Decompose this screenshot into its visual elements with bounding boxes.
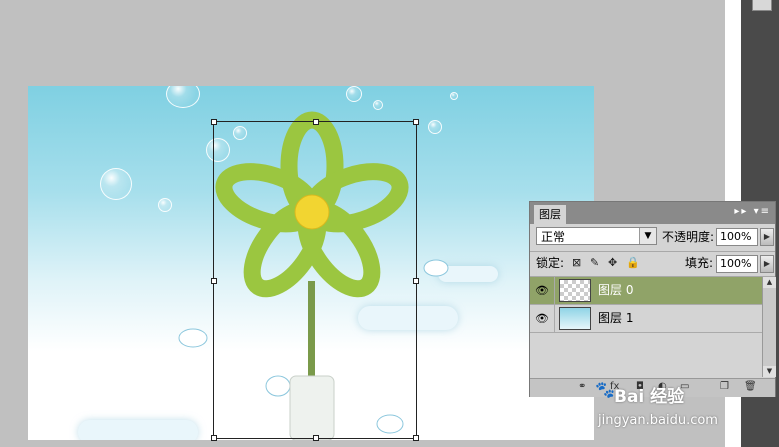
layers-panel: 图层 ▸▸ ▾≡ 正常 ▼ 不透明度: 100% ▶ 锁定: ⊠ ✎ ✥ 🔒 填… bbox=[529, 201, 776, 397]
opacity-input[interactable]: 100% bbox=[716, 228, 758, 246]
layer-thumbnail bbox=[559, 279, 591, 302]
lock-label: 锁定: bbox=[536, 256, 565, 270]
tab-layers[interactable]: 图层 bbox=[534, 205, 566, 224]
blend-opacity-row: 正常 ▼ 不透明度: 100% ▶ bbox=[530, 225, 775, 249]
layer-name: 图层 0 bbox=[598, 283, 634, 297]
baidu-paw-logo: 🐾 bbox=[595, 380, 615, 399]
blend-mode-select[interactable]: 正常 ▼ bbox=[536, 227, 657, 245]
transform-handle-middle-right[interactable] bbox=[413, 278, 419, 284]
opacity-slider-button[interactable]: ▶ bbox=[760, 228, 774, 246]
blend-mode-value: 正常 bbox=[541, 230, 566, 244]
eye-divider bbox=[554, 277, 555, 305]
transform-handle-bottom-left[interactable] bbox=[211, 435, 217, 441]
eye-icon[interactable]: 👁 bbox=[534, 311, 550, 327]
scroll-up-arrow[interactable]: ▲ bbox=[763, 277, 776, 288]
transform-handle-bottom-right[interactable] bbox=[413, 435, 419, 441]
transform-handle-top-center[interactable] bbox=[313, 119, 319, 125]
fill-input[interactable]: 100% bbox=[716, 255, 758, 273]
dock-collapse-button[interactable] bbox=[752, 0, 772, 11]
eye-divider bbox=[554, 305, 555, 333]
fill-label: 填充: bbox=[685, 256, 714, 270]
eye-icon[interactable]: 👁 bbox=[534, 283, 550, 299]
transform-handle-top-left[interactable] bbox=[211, 119, 217, 125]
watermark-text: Bai 经验 bbox=[614, 387, 685, 407]
transform-handle-top-right[interactable] bbox=[413, 119, 419, 125]
layer-name: 图层 1 bbox=[598, 311, 634, 325]
panel-menu-icon[interactable]: ▸▸ ▾≡ bbox=[734, 206, 771, 217]
layer-row-1[interactable]: 👁 图层 1 bbox=[530, 305, 762, 333]
lock-icon[interactable]: 🔒 bbox=[626, 256, 640, 269]
divider bbox=[530, 251, 775, 252]
layer-thumbnail bbox=[559, 307, 591, 330]
layer-row-0[interactable]: 👁 图层 0 bbox=[530, 277, 762, 305]
scroll-down-arrow[interactable]: ▼ bbox=[763, 366, 776, 377]
watermark-url: jingyan.baidu.com bbox=[598, 413, 718, 428]
transform-handle-middle-left[interactable] bbox=[211, 278, 217, 284]
new-layer-icon[interactable]: ❐ bbox=[720, 381, 729, 392]
trash-icon[interactable]: 🗑 bbox=[744, 381, 757, 392]
layers-panel-titlebar[interactable]: 图层 ▸▸ ▾≡ bbox=[530, 202, 775, 224]
move-icon[interactable]: ✥ bbox=[608, 256, 617, 269]
transform-bounding-box[interactable] bbox=[211, 119, 419, 441]
chevron-down-icon[interactable]: ▼ bbox=[639, 228, 656, 244]
transform-handle-bottom-center[interactable] bbox=[313, 435, 319, 441]
link-icon[interactable]: ⚭ bbox=[578, 381, 586, 392]
lock-transparent-pixels-icon[interactable]: ⊠ bbox=[572, 256, 581, 269]
opacity-label: 不透明度: bbox=[662, 230, 715, 244]
layers-scrollbar[interactable]: ▲ ▼ bbox=[762, 277, 776, 377]
brush-icon[interactable]: ✎ bbox=[590, 256, 599, 269]
fill-slider-button[interactable]: ▶ bbox=[760, 255, 774, 273]
